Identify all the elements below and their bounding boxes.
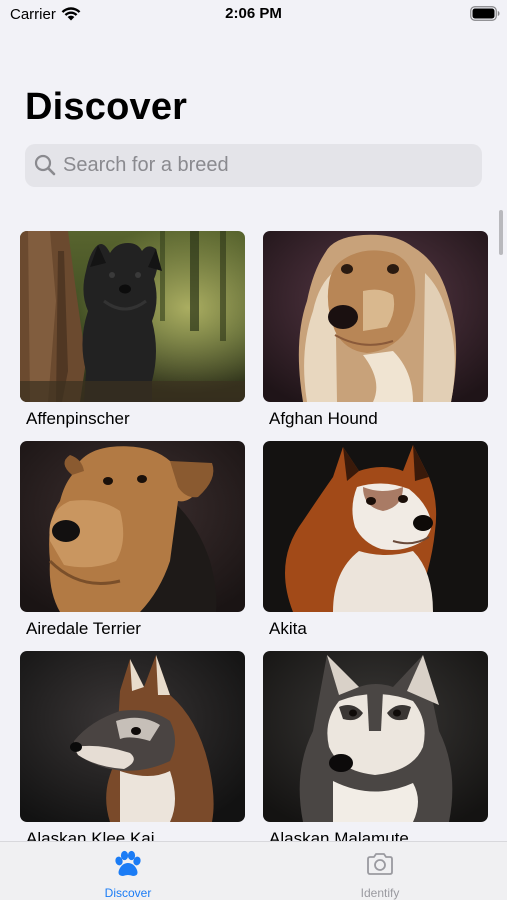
battery-full-icon xyxy=(470,6,500,21)
breed-name: Airedale Terrier xyxy=(26,619,141,638)
status-time: 2:06 PM xyxy=(225,5,282,22)
page-title: Discover xyxy=(25,86,188,128)
breed-photo-alaskan-malamute[interactable] xyxy=(263,651,488,822)
breed-card-afghan-hound[interactable]: Afghan Hound xyxy=(263,231,488,429)
status-bar: Carrier 2:06 PM xyxy=(0,0,507,30)
tab-label: Discover xyxy=(104,886,152,900)
breed-card-airedale-terrier[interactable]: Airedale Terrier xyxy=(20,441,245,639)
breed-card-akita[interactable]: Akita xyxy=(263,441,488,639)
discover-screen: Carrier 2:06 PM Discover Search for a br… xyxy=(0,0,507,900)
breed-card-affenpinscher[interactable]: Affenpinscher xyxy=(20,231,245,429)
paw-icon xyxy=(115,850,141,876)
breed-photo-akita[interactable] xyxy=(263,441,488,612)
breed-name: Akita xyxy=(269,619,307,638)
search-input[interactable] xyxy=(63,144,468,187)
breed-name: Afghan Hound xyxy=(269,409,378,428)
breed-photo-affenpinscher[interactable] xyxy=(20,231,245,402)
search-bar[interactable] xyxy=(25,144,482,187)
breed-card-alaskan-malamute[interactable]: Alaskan Malamute xyxy=(263,651,488,845)
navigation-header: Discover xyxy=(0,30,507,205)
tab-discover[interactable]: Discover xyxy=(48,842,208,900)
camera-icon xyxy=(367,853,393,875)
magnifying-glass-icon xyxy=(34,154,56,176)
tab-bar: Discover Identify xyxy=(0,841,507,900)
breed-name: Affenpinscher xyxy=(26,409,130,428)
breed-grid[interactable]: Affenpinscher Afghan Hound Airedale Terr… xyxy=(0,205,507,845)
scroll-indicator[interactable] xyxy=(499,210,503,255)
tab-identify[interactable]: Identify xyxy=(300,842,460,900)
breed-photo-alaskan-klee-kai[interactable] xyxy=(20,651,245,822)
tab-label: Identify xyxy=(360,886,400,900)
breed-photo-afghan-hound[interactable] xyxy=(263,231,488,402)
breed-card-alaskan-klee-kai[interactable]: Alaskan Klee Kai xyxy=(20,651,245,845)
breed-photo-airedale-terrier[interactable] xyxy=(20,441,245,612)
